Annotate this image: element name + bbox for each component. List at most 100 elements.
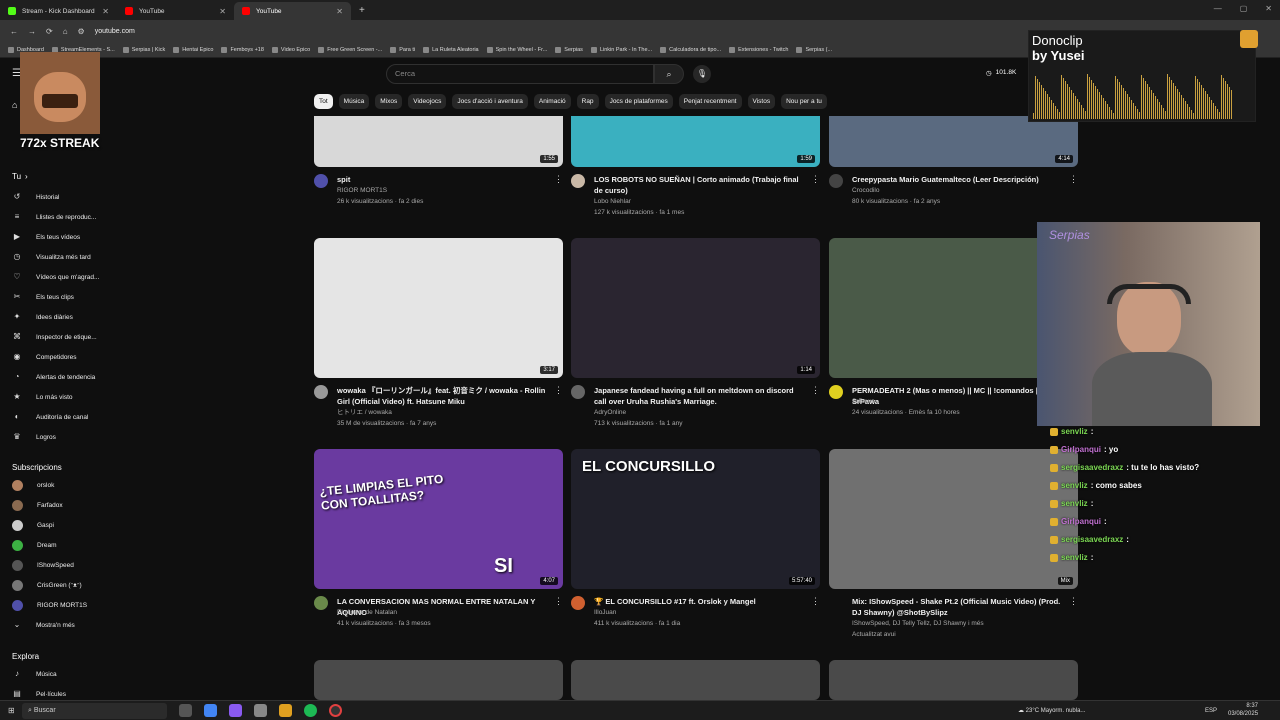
more-options-icon[interactable]: ⋮ bbox=[554, 596, 563, 607]
bookmark-item[interactable]: Serpias (... bbox=[796, 46, 832, 53]
video-title[interactable]: PERMADEATH 2 (Mas o menos) || MC || !com… bbox=[852, 385, 1064, 407]
maximize-icon[interactable]: ▢ bbox=[1240, 4, 1248, 13]
sidebar-item[interactable]: ◐ Auditoría de canal bbox=[12, 412, 89, 422]
channel-avatar[interactable] bbox=[571, 174, 585, 188]
channel-avatar[interactable] bbox=[829, 385, 843, 399]
sidebar-item[interactable]: ◔ Alertas de tendencia bbox=[12, 372, 96, 382]
channel-avatar[interactable] bbox=[314, 385, 328, 399]
sidebar-item[interactable]: ◷ Visualitza més tard bbox=[12, 252, 91, 262]
close-tab-icon[interactable]: ✕ bbox=[102, 7, 109, 16]
channel-avatar[interactable] bbox=[314, 174, 328, 188]
close-window-icon[interactable]: ✕ bbox=[1265, 4, 1272, 13]
channel-name[interactable]: SrPawa bbox=[852, 396, 875, 407]
sidebar-subscription[interactable]: IShowSpeed bbox=[12, 560, 74, 571]
video-title[interactable]: Japanese fandead having a full on meltdo… bbox=[594, 385, 806, 407]
more-options-icon[interactable]: ⋮ bbox=[811, 596, 820, 607]
video-thumbnail[interactable]: Mix bbox=[829, 449, 1078, 589]
mic-icon[interactable]: 🎙 bbox=[693, 65, 711, 83]
chip-filter[interactable]: Música bbox=[338, 94, 370, 109]
sidebar-subscription[interactable]: orslok bbox=[12, 480, 54, 491]
back-icon[interactable]: ← bbox=[10, 27, 18, 36]
chip-filter[interactable]: Videojocs bbox=[408, 94, 447, 109]
site-info-icon[interactable]: ⚙ bbox=[78, 27, 85, 36]
bookmark-item[interactable]: Extensiones - Twitch bbox=[729, 46, 788, 53]
sidebar-item[interactable]: ↺ Historial bbox=[12, 192, 60, 202]
discord-icon[interactable] bbox=[229, 704, 242, 717]
url-field[interactable]: youtube.com bbox=[95, 28, 135, 35]
bookmark-item[interactable]: Para ti bbox=[390, 46, 415, 53]
video-title[interactable]: Mix: IShowSpeed - Shake Pt.2 (Official M… bbox=[852, 596, 1064, 618]
more-options-icon[interactable]: ⋮ bbox=[554, 174, 563, 185]
more-options-icon[interactable]: ⋮ bbox=[811, 174, 820, 185]
bookmark-item[interactable]: La Ruleta Aleatoria bbox=[423, 46, 479, 53]
video-thumbnail[interactable] bbox=[314, 660, 563, 700]
channel-avatar[interactable] bbox=[829, 174, 843, 188]
bookmark-item[interactable]: Serpias | Kick bbox=[122, 46, 165, 53]
folder-icon[interactable] bbox=[279, 704, 292, 717]
sidebar-item[interactable]: ✦ Idees diàries bbox=[12, 312, 73, 322]
more-options-icon[interactable]: ⋮ bbox=[1069, 174, 1078, 185]
channel-name[interactable]: IShowSpeed, DJ Telly Tellz, DJ Shawny i … bbox=[852, 618, 984, 629]
search-input[interactable]: Cerca bbox=[386, 64, 654, 84]
spotify-icon[interactable] bbox=[304, 704, 317, 717]
chip-filter[interactable]: Jocs de plataformes bbox=[604, 94, 673, 109]
video-thumbnail[interactable] bbox=[829, 660, 1078, 700]
home-icon[interactable]: ⌂ bbox=[63, 27, 68, 36]
sidebar-item[interactable]: ♪ Música bbox=[12, 669, 57, 679]
sidebar-item[interactable]: ▤ Pel·lícules bbox=[12, 689, 66, 699]
bookmark-item[interactable]: Serpias bbox=[555, 46, 583, 53]
sidebar-item[interactable]: ★ Lo más visto bbox=[12, 392, 72, 402]
bookmark-item[interactable]: Free Green Screen -... bbox=[318, 46, 382, 53]
bookmark-item[interactable]: Spin the Wheel - Fr... bbox=[486, 46, 547, 53]
search-button[interactable]: ⌕ bbox=[654, 64, 684, 84]
reload-icon[interactable]: ⟳ bbox=[46, 27, 53, 36]
video-title[interactable]: wowaka 『ローリンガール』feat. 初音ミク / wowaka - Ro… bbox=[337, 385, 549, 407]
sidebar-item[interactable]: ♡ Vídeos que m'agrad... bbox=[12, 272, 99, 282]
channel-name[interactable]: El clipero de Natalan bbox=[337, 607, 397, 618]
sidebar-item[interactable]: ◉ Competidores bbox=[12, 352, 77, 362]
video-title[interactable]: Creepypasta Mario Guatemalteco (Leer Des… bbox=[852, 174, 1064, 185]
task-view-icon[interactable] bbox=[179, 704, 192, 717]
sidebar-item[interactable]: ▶ Els teus vídeos bbox=[12, 232, 80, 242]
more-options-icon[interactable]: ⋮ bbox=[1069, 596, 1078, 607]
tab-youtube-1[interactable]: YouTube ✕ bbox=[117, 2, 234, 20]
new-tab-button[interactable]: + bbox=[359, 5, 365, 16]
app-icon[interactable] bbox=[254, 704, 267, 717]
chip-filter[interactable]: Jocs d'acció i aventura bbox=[452, 94, 528, 109]
chip-filter[interactable]: Nou per a tu bbox=[781, 94, 827, 109]
sidebar-subscription[interactable]: Dream bbox=[12, 540, 57, 551]
video-title[interactable]: spit bbox=[337, 174, 549, 185]
video-thumbnail[interactable] bbox=[571, 660, 820, 700]
chip-filter[interactable]: Animació bbox=[533, 94, 571, 109]
video-thumbnail[interactable]: 4:07 bbox=[314, 449, 563, 589]
chip-filter[interactable]: Tot bbox=[314, 94, 333, 109]
start-icon[interactable]: ⊞ bbox=[8, 706, 15, 715]
bookmark-item[interactable]: Calculadora de tipo... bbox=[660, 46, 721, 53]
video-thumbnail[interactable]: 1:14 bbox=[571, 238, 820, 378]
more-options-icon[interactable]: ⋮ bbox=[811, 385, 820, 396]
bookmark-item[interactable]: Femboys +18 bbox=[221, 46, 264, 53]
chip-filter[interactable]: Penjat recentment bbox=[678, 94, 742, 109]
sidebar-subscription[interactable]: Farfadox bbox=[12, 500, 63, 511]
video-title[interactable]: 🏆 EL CONCURSILLO #17 ft. Orslok y Mangel bbox=[594, 596, 806, 607]
home-icon[interactable]: ⌂ bbox=[12, 100, 17, 110]
channel-name[interactable]: ヒトリエ / wowaka bbox=[337, 407, 392, 418]
bookmark-item[interactable]: Hentai Epico bbox=[173, 46, 213, 53]
sidebar-item[interactable]: ♛ Logros bbox=[12, 432, 55, 442]
channel-name[interactable]: RIGOR MORT1S bbox=[337, 185, 387, 196]
chip-filter[interactable]: Mixos bbox=[375, 94, 403, 109]
obs-icon[interactable] bbox=[329, 704, 342, 717]
close-tab-icon[interactable]: ✕ bbox=[336, 7, 343, 16]
forward-icon[interactable]: → bbox=[28, 27, 36, 36]
channel-avatar[interactable] bbox=[571, 596, 585, 610]
video-title[interactable]: LOS ROBOTS NO SUEÑAN | Corto animado (Tr… bbox=[594, 174, 806, 196]
tab-youtube-2[interactable]: YouTube ✕ bbox=[234, 2, 351, 20]
bookmark-item[interactable]: Video Epico bbox=[271, 46, 310, 53]
channel-avatar[interactable] bbox=[314, 596, 328, 610]
chip-filter[interactable]: Rap bbox=[576, 94, 599, 109]
section-header-tu[interactable]: Tu › bbox=[12, 172, 28, 181]
channel-name[interactable]: Crocodilo bbox=[852, 185, 879, 196]
channel-name[interactable]: AdryOnline bbox=[594, 407, 626, 418]
more-options-icon[interactable]: ⋮ bbox=[554, 385, 563, 396]
tab-kick-dashboard[interactable]: Stream - Kick Dashboard ✕ bbox=[0, 2, 117, 20]
